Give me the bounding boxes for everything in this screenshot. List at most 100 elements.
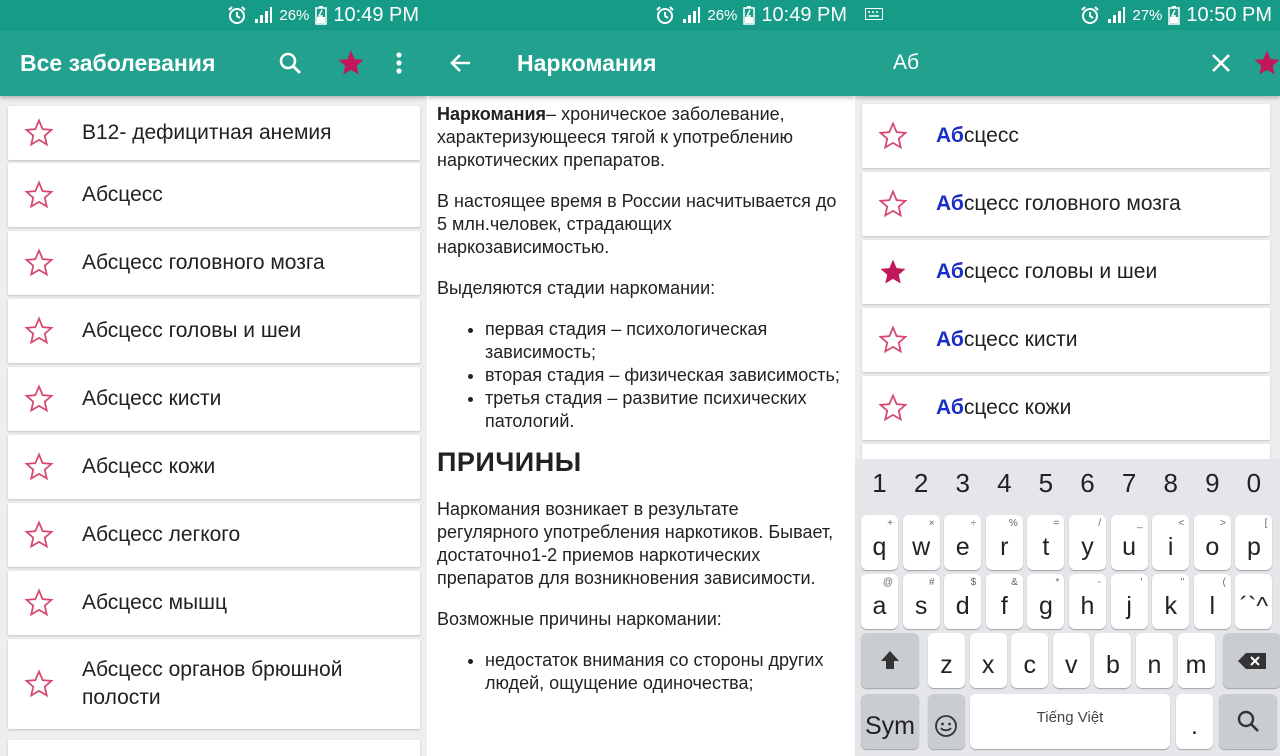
clear-search-icon[interactable] (1206, 48, 1236, 78)
letter-key[interactable]: b (1094, 633, 1132, 688)
number-key[interactable]: 4 (986, 463, 1023, 513)
letter-key[interactable]: ÷ e (944, 515, 982, 570)
number-key[interactable]: 0 (1235, 463, 1272, 513)
period-key[interactable]: . (1176, 694, 1213, 749)
match-highlight: Аб (936, 396, 964, 419)
backspace-key[interactable] (1223, 633, 1280, 688)
favorites-star-icon[interactable] (1252, 48, 1280, 78)
letter-key[interactable]: ' j (1110, 574, 1148, 629)
key-secondary-label: < (1178, 518, 1185, 529)
list-item[interactable]: Абсцесс легкого (8, 503, 420, 567)
list-item: недостаток внимания со стороны других лю… (485, 649, 843, 695)
letter-key[interactable]: (l (1193, 574, 1231, 629)
spacebar-key[interactable]: Tiếng Việt (970, 694, 1170, 749)
back-arrow-icon[interactable] (445, 48, 475, 78)
letter-key[interactable]: < i (1152, 515, 1190, 570)
star-filled-icon[interactable] (878, 257, 908, 287)
letter-key[interactable]: @ a (861, 574, 898, 629)
number-key[interactable]: 6 (1069, 463, 1106, 513)
page-title: Наркомания (517, 50, 657, 76)
list-item[interactable]: Абсцесс органов брюшной полости (8, 639, 420, 729)
star-outline-icon[interactable] (24, 316, 54, 346)
app-bar: Все заболевания (0, 30, 427, 96)
key-label: h (1080, 592, 1095, 620)
star-outline-icon[interactable] (24, 669, 54, 699)
list-item[interactable]: Абсцесс кисти (8, 367, 420, 431)
letter-key[interactable]: + q (861, 515, 898, 570)
letter-key[interactable]: _ u (1110, 515, 1148, 570)
number-key[interactable]: 5 (1027, 463, 1064, 513)
list-item[interactable]: B12- дефицитная анемия (8, 106, 420, 160)
search-result-item[interactable]: Абсцесс кисти (862, 308, 1270, 372)
letter-key[interactable]: # s (902, 574, 940, 629)
letter-key[interactable]: ´`^ (1235, 574, 1273, 629)
app-bar: Наркомания (427, 30, 855, 96)
emoji-key[interactable] (928, 694, 965, 749)
letter-key[interactable]: n (1136, 633, 1173, 688)
letter-key[interactable]: x (969, 633, 1007, 688)
letter-key[interactable]: $ d (944, 574, 982, 629)
search-result-item[interactable]: Абсцесс (862, 104, 1270, 168)
star-outline-icon[interactable] (24, 520, 54, 550)
star-outline-icon[interactable] (24, 588, 54, 618)
letter-key[interactable]: & f (985, 574, 1023, 629)
list-item[interactable]: Абсцесс (8, 163, 420, 227)
star-outline-icon[interactable] (878, 325, 908, 355)
star-outline-icon[interactable] (24, 452, 54, 482)
star-outline-icon[interactable] (24, 248, 54, 278)
article-intro: Наркомания– хроническое заболевание, хар… (437, 103, 843, 172)
letter-key[interactable]: > o (1193, 515, 1231, 570)
letter-key[interactable]: = t (1027, 515, 1065, 570)
shift-key[interactable] (861, 633, 919, 688)
article-paragraph: Наркомания возникает в результате регуля… (437, 499, 834, 588)
letter-key[interactable]: % r (985, 515, 1023, 570)
letter-key[interactable]: v (1052, 633, 1090, 688)
list-item[interactable]: Абсцесс головного мозга (8, 231, 420, 295)
search-key[interactable] (1219, 694, 1277, 749)
number-key[interactable]: 7 (1111, 463, 1148, 513)
number-key[interactable]: 2 (903, 463, 940, 513)
key-label: e (955, 533, 970, 561)
letter-key[interactable]: z (928, 633, 965, 688)
search-input[interactable]: Аб (893, 51, 919, 75)
number-key[interactable]: 8 (1152, 463, 1189, 513)
sym-key[interactable]: Sym (861, 694, 919, 749)
letter-key[interactable]: / y (1069, 515, 1106, 570)
list-item[interactable] (8, 740, 420, 756)
key-label: 3 (955, 468, 970, 498)
letter-key[interactable]: m (1177, 633, 1215, 688)
number-key[interactable]: 1 (861, 463, 898, 513)
stages-list: первая стадия – психологическая зависимо… (437, 318, 843, 433)
letter-key[interactable]: × w (902, 515, 940, 570)
search-icon[interactable] (275, 48, 305, 78)
star-outline-icon[interactable] (878, 189, 908, 219)
letter-key[interactable]: c (1011, 633, 1049, 688)
key-secondary-label: " (1180, 577, 1185, 588)
list-item[interactable]: Абсцесс головы и шеи (8, 299, 420, 363)
key-label: l (1209, 592, 1216, 620)
search-result-item[interactable]: Абсцесс головы и шеи (862, 240, 1270, 304)
star-outline-icon[interactable] (878, 121, 908, 151)
list-item[interactable]: Абсцесс кожи (8, 435, 420, 499)
key-label: 0 (1246, 468, 1262, 498)
search-result-item[interactable]: Абсцесс головного мозга (862, 172, 1270, 236)
alarm-icon (228, 6, 247, 24)
letter-key[interactable]: -h (1069, 574, 1106, 629)
number-key[interactable]: 3 (944, 463, 981, 513)
more-options-icon[interactable] (384, 48, 414, 78)
favorites-star-icon[interactable] (336, 48, 366, 78)
letter-key[interactable]: * g (1027, 574, 1065, 629)
star-outline-icon[interactable] (24, 384, 54, 414)
letter-key[interactable]: [p (1235, 515, 1273, 570)
letter-key[interactable]: " k (1152, 574, 1190, 629)
star-outline-icon[interactable] (878, 393, 908, 423)
search-result-item[interactable]: Абсцесс кожи (862, 376, 1270, 440)
list-item[interactable]: Абсцесс мышц (8, 571, 420, 635)
search-result-label: Абсцесс головного мозга (936, 190, 1258, 218)
list-item-label: Абсцесс органов брюшной полости (82, 658, 343, 709)
key-secondary-label: @ (882, 577, 893, 588)
result-text: сцесс (963, 124, 1019, 147)
star-outline-icon[interactable] (24, 180, 54, 210)
number-key[interactable]: 9 (1194, 463, 1231, 513)
star-outline-icon[interactable] (24, 118, 54, 148)
